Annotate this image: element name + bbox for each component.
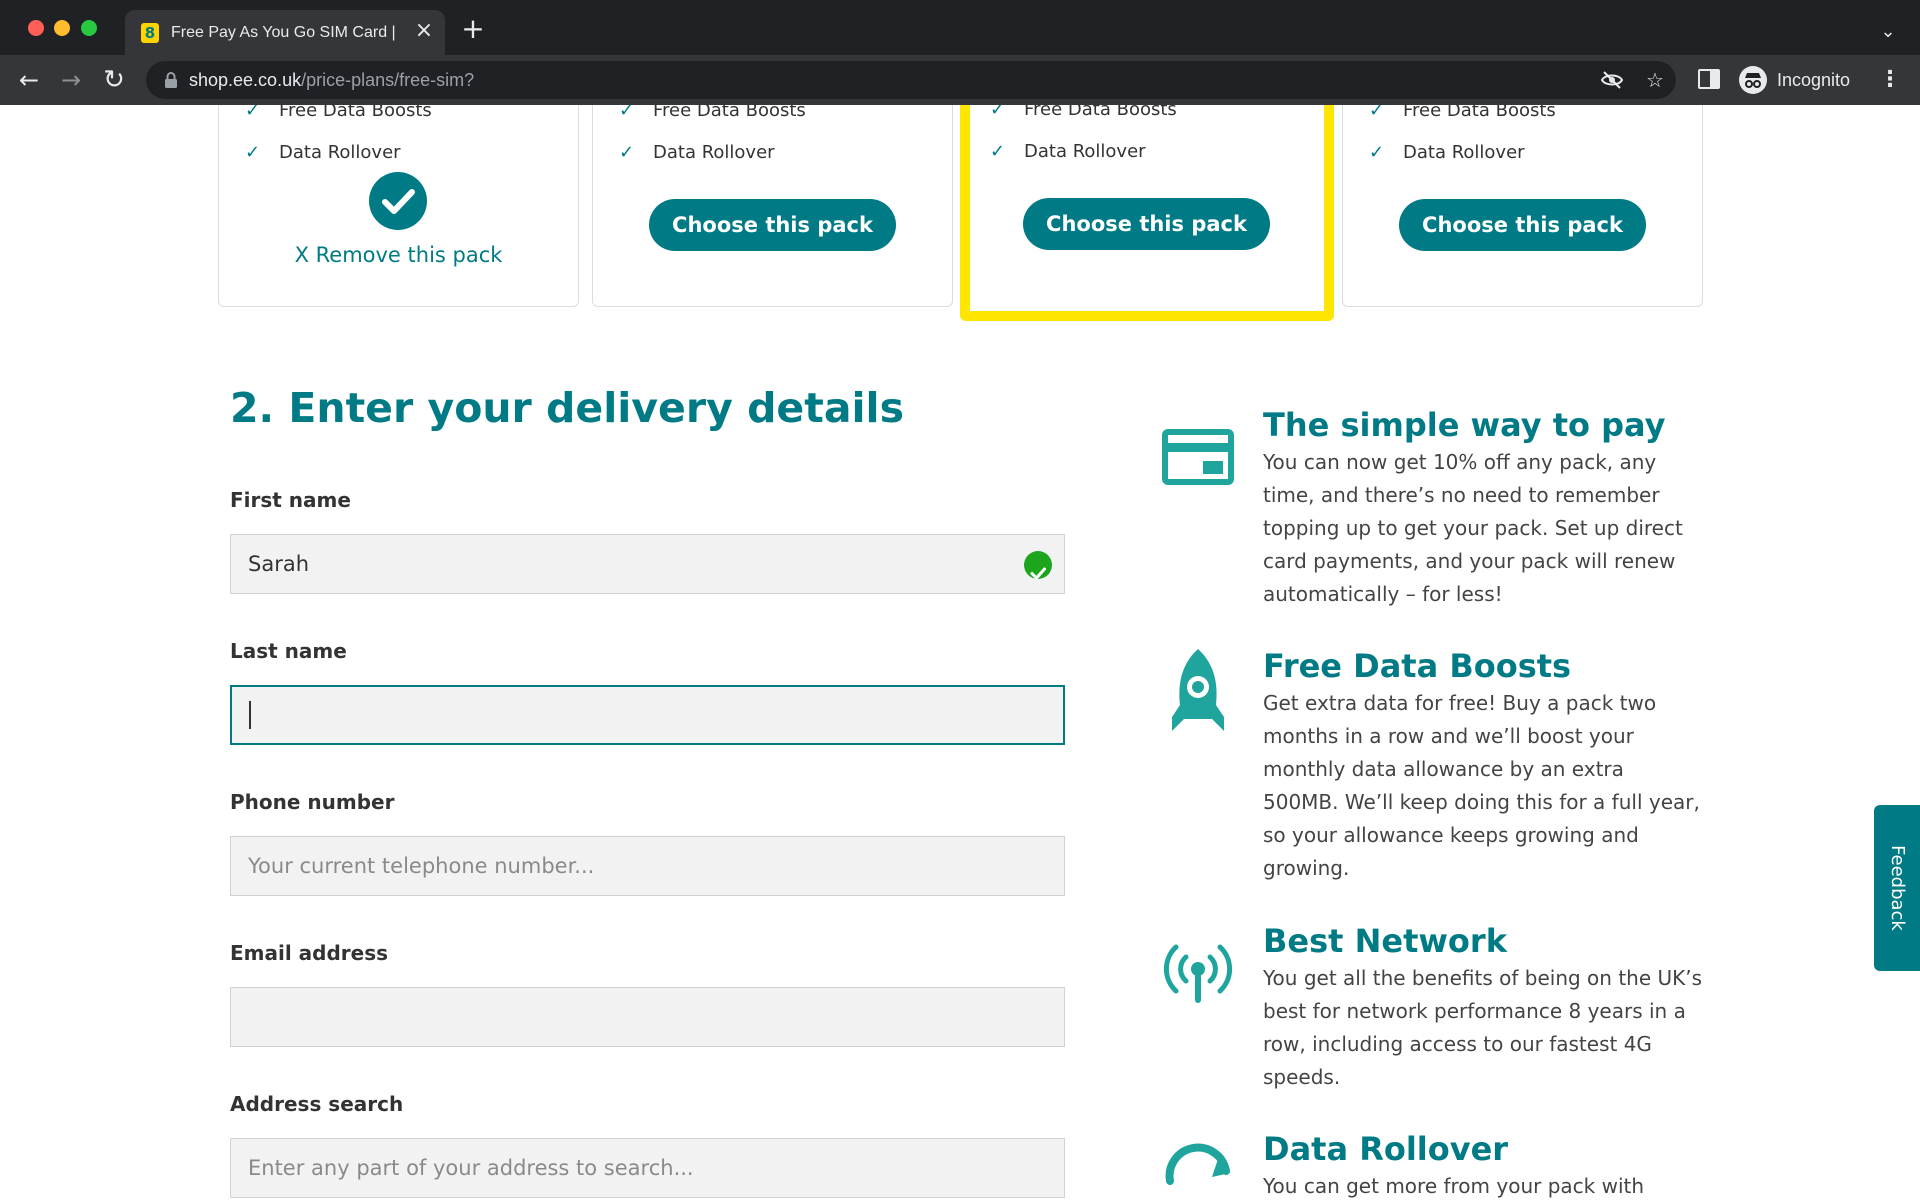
browser-menu-icon[interactable]: ⋮ [1878, 66, 1902, 94]
text-caret [249, 701, 251, 729]
benefit-text: You can now get 10% off any pack, any ti… [1263, 450, 1683, 606]
feedback-label: Feedback [1887, 845, 1908, 931]
choose-pack-button[interactable]: Choose this pack [1023, 198, 1270, 250]
feedback-tab[interactable]: Feedback [1874, 805, 1920, 971]
page-content: ✓ Free Data Boosts ✓ Data Rollover X Remov… [0, 105, 1920, 1200]
phone-placeholder: Your current telephone number... [248, 854, 595, 878]
check-icon: ✓ [619, 142, 635, 163]
last-name-label: Last name [230, 639, 347, 663]
address-search-label: Address search [230, 1092, 404, 1116]
tab-title: Free Pay As You Go SIM Card | EE [171, 24, 395, 41]
back-arrow-icon[interactable]: ← [13, 64, 45, 96]
pack-selected-check-icon [369, 172, 427, 230]
feature-data-rollover: ✓ Data Rollover [245, 142, 401, 163]
browser-toolbar: ← → ↻ shop.ee.co.uk/price-plans/free-sim… [0, 55, 1920, 105]
first-name-input[interactable]: Sarah [230, 534, 1065, 594]
benefit-text: You can get more from your pack with [1263, 1174, 1645, 1198]
choose-pack-button[interactable]: Choose this pack [1399, 199, 1646, 251]
eye-off-icon[interactable] [1600, 68, 1624, 92]
benefit-title: Data Rollover [1263, 1130, 1509, 1168]
feature-data-rollover: ✓ Data Rollover [619, 142, 775, 163]
benefit-text: You get all the benefits of being on the… [1263, 966, 1703, 1089]
feature-free-data-boosts: ✓ Free Data Boosts [990, 105, 1177, 122]
first-name-value: Sarah [248, 552, 310, 576]
feature-free-data-boosts: ✓ Free Data Boosts [245, 105, 432, 123]
rocket-icon [1172, 649, 1224, 731]
url-path: /price-plans/free-sim? [301, 70, 475, 90]
check-icon: ✓ [990, 105, 1006, 120]
pack-card-1: ✓ Free Data Boosts ✓ Data Rollover X Remov… [218, 105, 579, 307]
benefit-text: Get extra data for free! Buy a pack two … [1263, 691, 1700, 880]
url-text: shop.ee.co.uk/price-plans/free-sim? [189, 70, 474, 90]
close-tab-icon[interactable]: × [412, 19, 436, 43]
check-icon: ✓ [619, 105, 635, 121]
lock-icon [165, 72, 177, 88]
pack-card-4: ✓ Free Data Boosts ✓ Data Rollover Choose … [1342, 105, 1703, 307]
address-bar[interactable]: shop.ee.co.uk/price-plans/free-sim? ☆ [146, 61, 1676, 99]
reload-icon[interactable]: ↻ [98, 64, 130, 96]
email-address-input[interactable] [230, 987, 1065, 1047]
check-icon: ✓ [990, 141, 1006, 162]
benefit-title: Free Data Boosts [1263, 647, 1572, 685]
check-icon: ✓ [1369, 105, 1385, 121]
remove-pack-link[interactable]: X Remove this pack [219, 241, 578, 269]
address-search-input[interactable]: Enter any part of your address to search… [230, 1138, 1065, 1198]
phone-number-input[interactable]: Your current telephone number... [230, 836, 1065, 896]
browser-tab[interactable]: 8 Free Pay As You Go SIM Card | EE × [125, 10, 445, 55]
maximize-window-button[interactable] [81, 20, 97, 36]
email-address-label: Email address [230, 941, 389, 965]
incognito-label: Incognito [1777, 70, 1851, 90]
benefit-title: Best Network [1263, 922, 1507, 960]
ee-favicon-icon: 8 [141, 23, 159, 43]
last-name-input[interactable] [230, 685, 1065, 745]
close-window-button[interactable] [28, 20, 44, 36]
phone-number-label: Phone number [230, 790, 395, 814]
url-host: shop.ee.co.uk [189, 70, 302, 90]
card-icon [1162, 429, 1234, 485]
pack-card-2: ✓ Free Data Boosts ✓ Data Rollover Choose … [592, 105, 953, 307]
rollover-icon [1165, 1143, 1230, 1185]
bookmark-star-icon[interactable]: ☆ [1643, 68, 1667, 92]
new-tab-icon[interactable]: + [460, 15, 486, 43]
antenna-icon [1163, 944, 1233, 1003]
forward-arrow-icon[interactable]: → [55, 64, 87, 96]
check-icon: ✓ [245, 142, 261, 163]
valid-check-icon [1024, 551, 1052, 580]
feature-free-data-boosts: ✓ Free Data Boosts [1369, 105, 1556, 123]
delivery-section-title: 2. Enter your delivery details [230, 384, 904, 432]
tab-search-chevron-icon[interactable]: ⌄ [1876, 20, 1900, 44]
check-icon: ✓ [245, 105, 261, 121]
side-panel-icon[interactable] [1698, 69, 1720, 89]
feature-free-data-boosts: ✓ Free Data Boosts [619, 105, 806, 123]
feature-data-rollover: ✓ Data Rollover [990, 141, 1146, 162]
feature-data-rollover: ✓ Data Rollover [1369, 142, 1525, 163]
browser-tab-bar: 8 Free Pay As You Go SIM Card | EE × + ⌄ [0, 0, 1920, 55]
check-icon: ✓ [1369, 142, 1385, 163]
first-name-label: First name [230, 488, 351, 512]
incognito-icon[interactable] [1739, 66, 1767, 94]
choose-pack-button[interactable]: Choose this pack [649, 199, 896, 251]
minimize-window-button[interactable] [54, 20, 70, 36]
pack-card-3-highlighted: ✓ Free Data Boosts ✓ Data Rollover Choose … [960, 105, 1334, 321]
address-placeholder: Enter any part of your address to search… [248, 1156, 694, 1180]
benefit-title: The simple way to pay [1263, 406, 1666, 444]
